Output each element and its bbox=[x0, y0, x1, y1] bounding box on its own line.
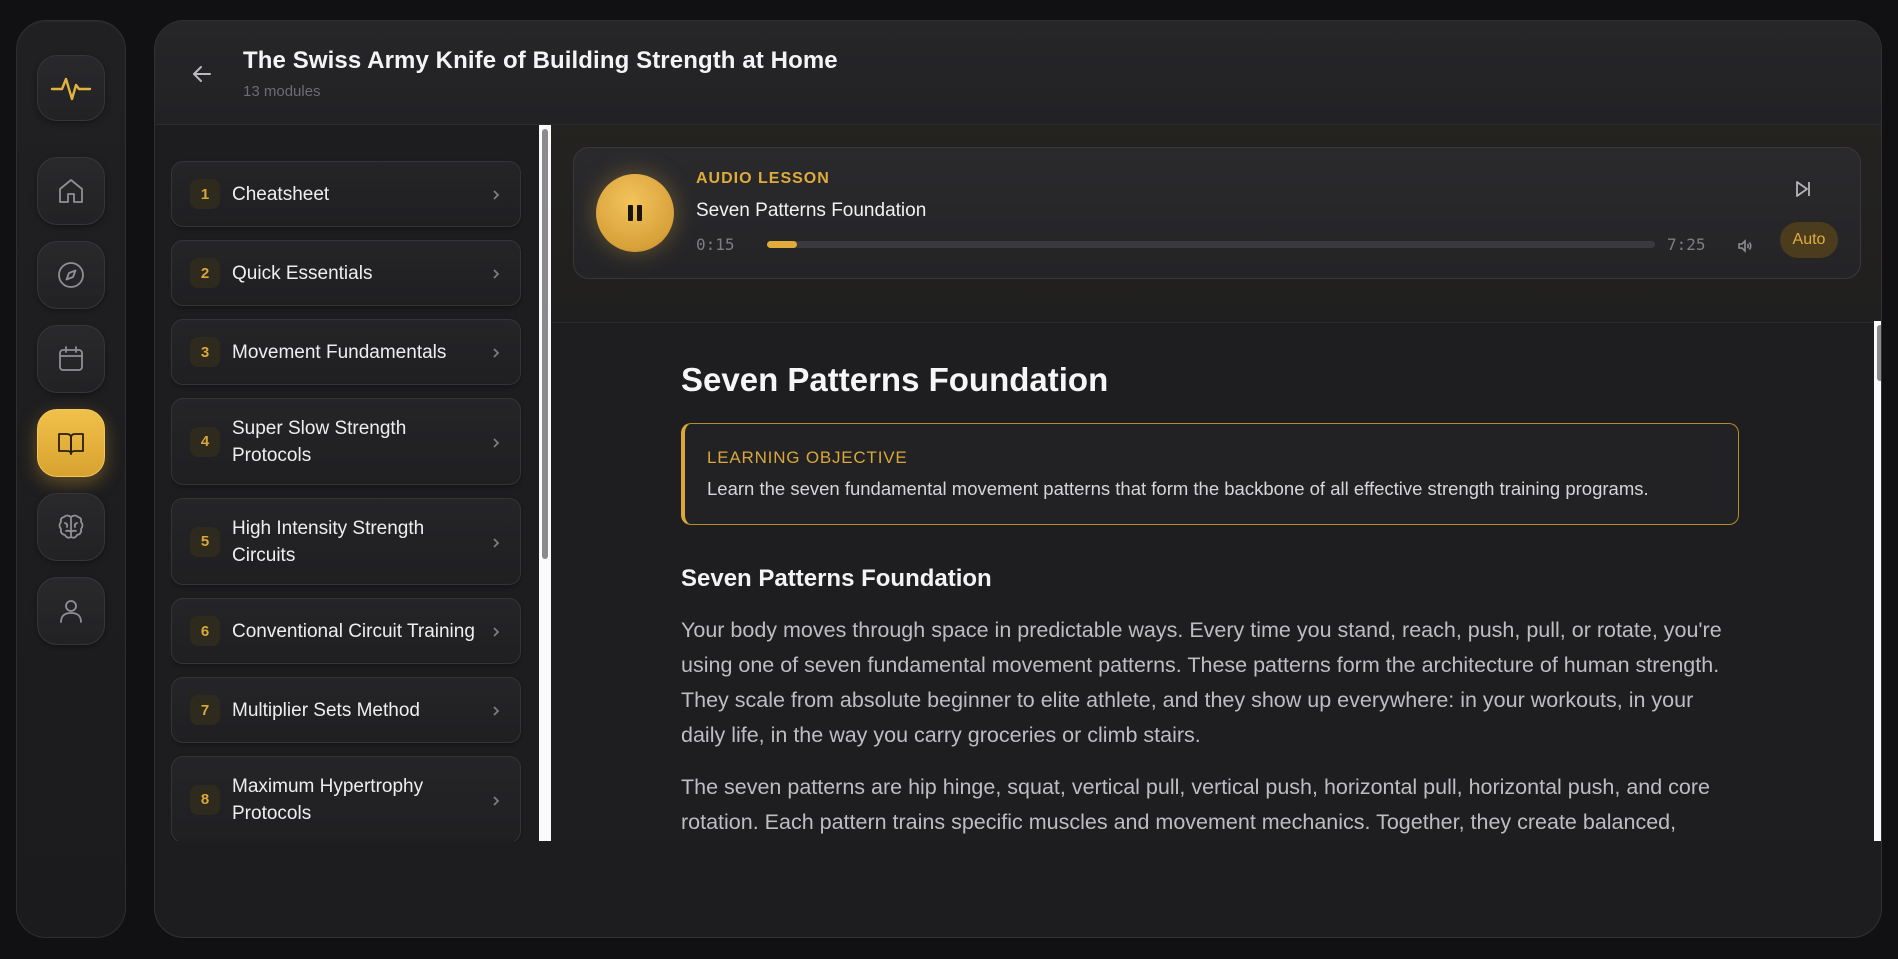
brain-icon bbox=[58, 514, 84, 539]
nav-explore-button[interactable] bbox=[37, 241, 105, 309]
lesson-article: Seven Patterns Foundation LEARNING OBJEC… bbox=[681, 323, 1741, 841]
course-header: The Swiss Army Knife of Building Strengt… bbox=[155, 21, 1881, 125]
skip-next-icon bbox=[1796, 181, 1810, 197]
app-logo[interactable] bbox=[37, 55, 105, 121]
course-panel: The Swiss Army Knife of Building Strengt… bbox=[154, 20, 1882, 938]
module-number: 7 bbox=[190, 695, 220, 725]
module-list: 1 Cheatsheet 2 Quick Essentials 3 Moveme… bbox=[171, 145, 523, 841]
content-scrollbar[interactable] bbox=[1874, 321, 1881, 841]
arrow-left-icon bbox=[193, 66, 211, 82]
audio-title: Seven Patterns Foundation bbox=[696, 200, 927, 221]
nav-library-button[interactable] bbox=[37, 409, 105, 477]
chevron-right-icon bbox=[490, 704, 502, 716]
objective-label: LEARNING OBJECTIVE bbox=[707, 448, 908, 467]
module-label: Super Slow Strength Protocols bbox=[232, 417, 407, 466]
module-number: 8 bbox=[190, 784, 220, 815]
back-button[interactable] bbox=[185, 57, 219, 91]
module-label: Quick Essentials bbox=[232, 262, 373, 284]
calendar-icon bbox=[59, 346, 83, 371]
chevron-right-icon bbox=[490, 267, 502, 279]
chevron-right-icon bbox=[490, 346, 502, 358]
module-number: 3 bbox=[190, 337, 220, 367]
learning-objective: LEARNING OBJECTIVE Learn the seven funda… bbox=[681, 423, 1739, 525]
module-number: 1 bbox=[190, 179, 220, 209]
chevron-right-icon bbox=[490, 436, 502, 448]
lesson-title: Seven Patterns Foundation bbox=[681, 361, 1109, 398]
module-label: Movement Fundamentals bbox=[232, 341, 447, 363]
module-item-5[interactable]: 5 High Intensity Strength Circuits bbox=[171, 498, 521, 585]
module-number: 6 bbox=[190, 616, 220, 646]
objective-text: Learn the seven fundamental movement pat… bbox=[707, 478, 1649, 499]
module-number: 2 bbox=[190, 258, 220, 288]
module-item-6[interactable]: 6 Conventional Circuit Training bbox=[171, 598, 521, 664]
nav-home-button[interactable] bbox=[37, 157, 105, 225]
module-number: 4 bbox=[190, 426, 220, 457]
side-rail bbox=[16, 20, 126, 938]
course-title: The Swiss Army Knife of Building Strengt… bbox=[243, 47, 838, 74]
lesson-content: AUDIO LESSON Seven Patterns Foundation 0… bbox=[551, 125, 1881, 841]
user-icon bbox=[60, 600, 82, 623]
paragraph: The seven patterns are hip hinge, squat,… bbox=[681, 775, 1711, 834]
home-icon bbox=[59, 179, 83, 203]
paragraph: Your body moves through space in predict… bbox=[681, 618, 1722, 747]
pause-button[interactable] bbox=[596, 174, 674, 252]
module-item-8[interactable]: 8 Maximum Hypertrophy Protocols bbox=[171, 756, 521, 841]
nav-mind-button[interactable] bbox=[37, 493, 105, 561]
module-label: Cheatsheet bbox=[232, 183, 330, 205]
module-item-2[interactable]: 2 Quick Essentials bbox=[171, 240, 521, 306]
chevron-right-icon bbox=[490, 794, 502, 806]
module-label: High Intensity Strength Circuits bbox=[232, 517, 425, 566]
audio-kicker: AUDIO LESSON bbox=[696, 170, 830, 187]
chevron-right-icon bbox=[490, 625, 502, 637]
module-list-scrollbar[interactable] bbox=[539, 125, 551, 841]
section-title: Seven Patterns Foundation bbox=[681, 565, 992, 592]
skip-next-button[interactable] bbox=[1792, 178, 1814, 200]
autoplay-toggle[interactable]: Auto bbox=[1780, 222, 1838, 258]
module-item-1[interactable]: 1 Cheatsheet bbox=[171, 161, 521, 227]
module-label: Multiplier Sets Method bbox=[232, 699, 420, 721]
total-time: 7:25 bbox=[1667, 235, 1706, 254]
module-item-4[interactable]: 4 Super Slow Strength Protocols bbox=[171, 398, 521, 485]
heartbeat-icon bbox=[50, 77, 92, 101]
pause-icon bbox=[628, 205, 642, 221]
audio-player-region: AUDIO LESSON Seven Patterns Foundation 0… bbox=[551, 125, 1881, 323]
module-item-3[interactable]: 3 Movement Fundamentals bbox=[171, 319, 521, 385]
module-label: Conventional Circuit Training bbox=[232, 620, 475, 642]
volume-icon bbox=[1738, 239, 1752, 253]
nav-profile-button[interactable] bbox=[37, 577, 105, 645]
progress-bar[interactable] bbox=[767, 241, 1655, 248]
progress-fill bbox=[767, 241, 798, 248]
compass-icon bbox=[58, 262, 84, 288]
chevron-right-icon bbox=[490, 188, 502, 200]
module-label: Maximum Hypertrophy Protocols bbox=[232, 775, 424, 824]
book-icon bbox=[58, 433, 84, 455]
scrollbar-thumb[interactable] bbox=[542, 129, 548, 559]
module-count: 13 modules bbox=[243, 83, 321, 100]
nav-calendar-button[interactable] bbox=[37, 325, 105, 393]
volume-button[interactable] bbox=[1737, 238, 1753, 254]
current-time: 0:15 bbox=[696, 235, 735, 254]
audio-player: AUDIO LESSON Seven Patterns Foundation 0… bbox=[573, 147, 1861, 279]
module-number: 5 bbox=[190, 526, 220, 557]
scrollbar-thumb[interactable] bbox=[1877, 325, 1881, 381]
chevron-right-icon bbox=[490, 536, 502, 548]
module-item-7[interactable]: 7 Multiplier Sets Method bbox=[171, 677, 521, 743]
